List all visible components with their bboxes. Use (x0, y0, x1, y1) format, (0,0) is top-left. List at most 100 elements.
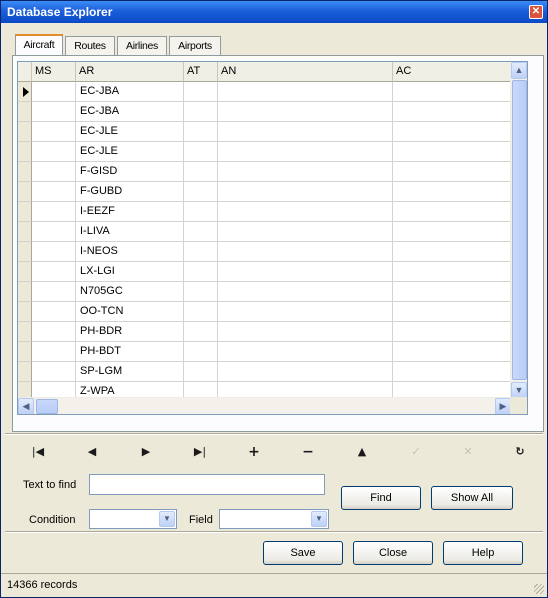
resize-grip-icon[interactable] (534, 584, 544, 594)
table-row[interactable]: SP-LGM (18, 362, 511, 382)
cell-ac[interactable] (393, 142, 511, 162)
table-row[interactable]: PH-BDT (18, 342, 511, 362)
vertical-scrollbar[interactable]: ▲ ▼ (510, 62, 527, 399)
cell-at[interactable] (184, 182, 218, 202)
cell-ac[interactable] (393, 82, 511, 102)
cell-an[interactable] (218, 342, 393, 362)
cell-ac[interactable] (393, 102, 511, 122)
cell-at[interactable] (184, 302, 218, 322)
cell-an[interactable] (218, 362, 393, 382)
cell-an[interactable] (218, 142, 393, 162)
refresh-data-button[interactable]: ↻ (509, 443, 531, 461)
column-header-ar[interactable]: AR (76, 62, 184, 82)
cancel-edit-button[interactable]: ✕ (457, 443, 479, 461)
cell-ar[interactable]: I-EEZF (76, 202, 184, 222)
cell-ac[interactable] (393, 322, 511, 342)
cell-ms[interactable] (32, 322, 76, 342)
cell-ar[interactable]: SP-LGM (76, 362, 184, 382)
condition-select[interactable]: ▼ (89, 509, 177, 529)
cell-at[interactable] (184, 82, 218, 102)
row-indicator[interactable] (18, 282, 32, 302)
scroll-up-icon[interactable]: ▲ (511, 62, 527, 79)
cell-ar[interactable]: I-LIVA (76, 222, 184, 242)
column-header-at[interactable]: AT (184, 62, 218, 82)
field-select[interactable]: ▼ (219, 509, 329, 529)
close-window-icon[interactable]: ✕ (529, 5, 543, 19)
row-indicator[interactable] (18, 202, 32, 222)
cell-ar[interactable]: F-GUBD (76, 182, 184, 202)
first-record-button[interactable]: |◀ (27, 443, 49, 461)
table-row[interactable]: N705GC (18, 282, 511, 302)
table-row[interactable]: LX-LGI (18, 262, 511, 282)
row-indicator[interactable] (18, 82, 32, 102)
cell-ac[interactable] (393, 282, 511, 302)
cell-ms[interactable] (32, 362, 76, 382)
cell-ms[interactable] (32, 342, 76, 362)
chevron-down-icon[interactable]: ▼ (311, 511, 327, 527)
row-indicator[interactable] (18, 262, 32, 282)
row-indicator[interactable] (18, 122, 32, 142)
row-indicator[interactable] (18, 322, 32, 342)
aircraft-data-grid[interactable]: MS AR AT AN AC EC-JBA EC-JBA EC-JLE EC-JLE F… (17, 61, 528, 415)
prior-record-button[interactable]: ◀ (81, 443, 103, 461)
table-row[interactable]: PH-BDR (18, 322, 511, 342)
close-button[interactable]: Close (353, 541, 433, 565)
cell-ac[interactable] (393, 202, 511, 222)
table-row[interactable]: I-LIVA (18, 222, 511, 242)
post-edit-button[interactable]: ✓ (405, 443, 427, 461)
row-indicator[interactable] (18, 362, 32, 382)
row-indicator[interactable] (18, 102, 32, 122)
table-row[interactable]: EC-JBA (18, 82, 511, 102)
scroll-left-icon[interactable]: ◀ (18, 398, 34, 414)
cell-an[interactable] (218, 122, 393, 142)
cell-ac[interactable] (393, 242, 511, 262)
scroll-right-icon[interactable]: ▶ (495, 398, 511, 414)
cell-an[interactable] (218, 202, 393, 222)
horizontal-scrollbar[interactable]: ◀ ▶ (18, 397, 511, 414)
cell-at[interactable] (184, 322, 218, 342)
cell-ms[interactable] (32, 302, 76, 322)
text-to-find-input[interactable] (89, 474, 325, 495)
next-record-button[interactable]: ▶ (135, 443, 157, 461)
table-row[interactable]: EC-JLE (18, 142, 511, 162)
cell-at[interactable] (184, 342, 218, 362)
cell-ar[interactable]: PH-BDT (76, 342, 184, 362)
cell-ar[interactable]: EC-JBA (76, 102, 184, 122)
cell-ms[interactable] (32, 222, 76, 242)
cell-at[interactable] (184, 362, 218, 382)
insert-record-button[interactable]: + (243, 443, 265, 461)
cell-ar[interactable]: OO-TCN (76, 302, 184, 322)
cell-at[interactable] (184, 102, 218, 122)
table-row[interactable]: F-GISD (18, 162, 511, 182)
row-indicator[interactable] (18, 302, 32, 322)
cell-ar[interactable]: F-GISD (76, 162, 184, 182)
cell-at[interactable] (184, 162, 218, 182)
row-indicator[interactable] (18, 182, 32, 202)
row-indicator[interactable] (18, 242, 32, 262)
find-button[interactable]: Find (341, 486, 421, 510)
tab-aircraft[interactable]: Aircraft (15, 34, 63, 56)
cell-ar[interactable]: EC-JBA (76, 82, 184, 102)
cell-ms[interactable] (32, 262, 76, 282)
row-indicator[interactable] (18, 162, 32, 182)
cell-ms[interactable] (32, 202, 76, 222)
cell-ac[interactable] (393, 122, 511, 142)
cell-ac[interactable] (393, 182, 511, 202)
cell-an[interactable] (218, 302, 393, 322)
table-row[interactable]: I-NEOS (18, 242, 511, 262)
table-row[interactable]: EC-JBA (18, 102, 511, 122)
cell-at[interactable] (184, 262, 218, 282)
title-bar[interactable]: Database Explorer ✕ (1, 1, 547, 23)
cell-an[interactable] (218, 82, 393, 102)
cell-an[interactable] (218, 242, 393, 262)
row-indicator[interactable] (18, 222, 32, 242)
cell-ac[interactable] (393, 342, 511, 362)
save-button[interactable]: Save (263, 541, 343, 565)
cell-ac[interactable] (393, 262, 511, 282)
cell-ms[interactable] (32, 242, 76, 262)
cell-an[interactable] (218, 282, 393, 302)
tab-airports[interactable]: Airports (169, 36, 221, 55)
cell-ms[interactable] (32, 82, 76, 102)
horizontal-scroll-thumb[interactable] (36, 399, 58, 414)
table-row[interactable]: EC-JLE (18, 122, 511, 142)
